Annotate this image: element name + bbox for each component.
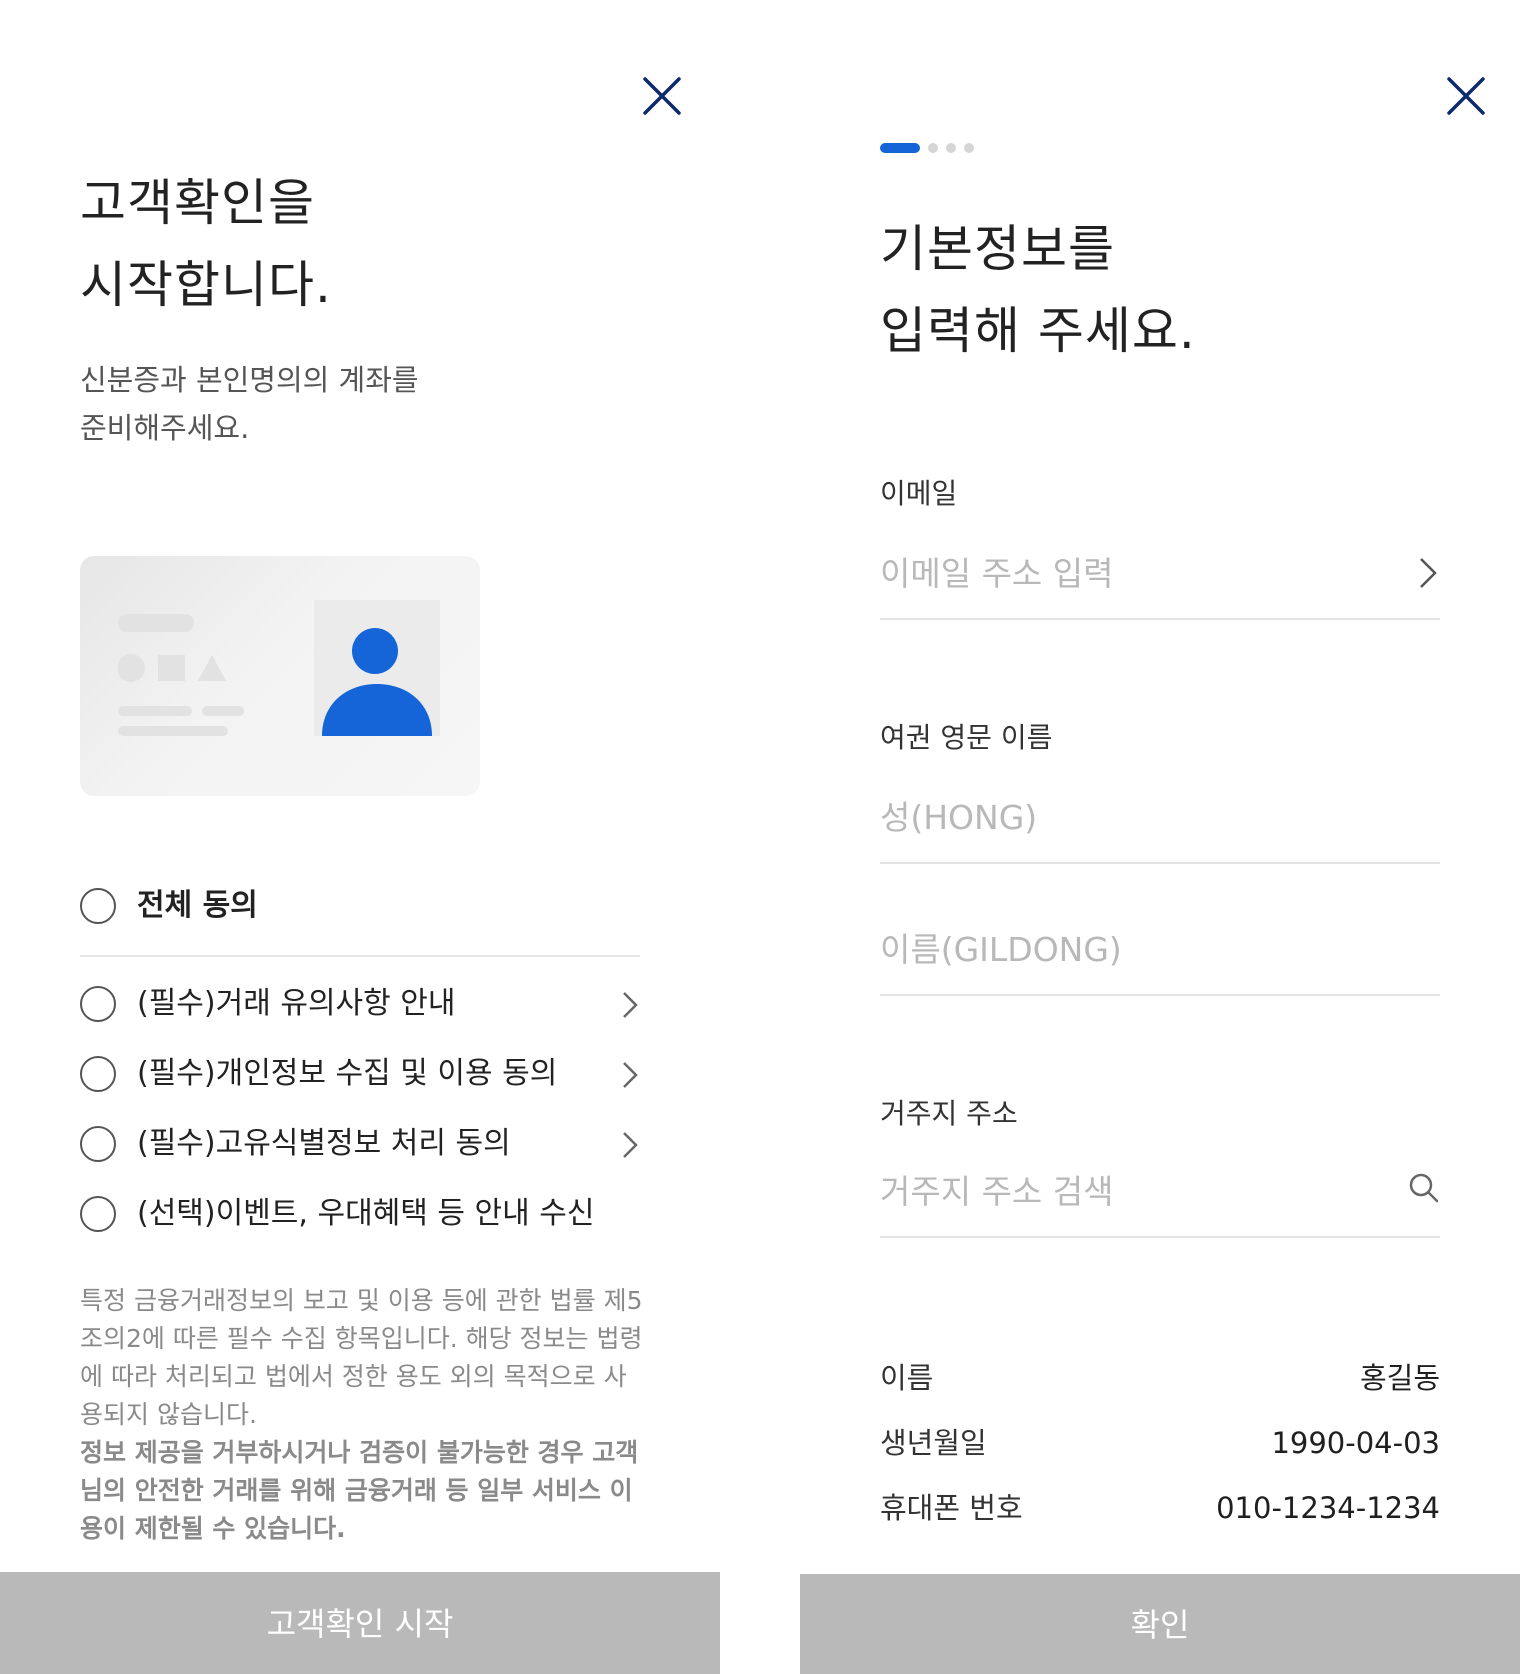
basic-info-screen: 기본정보를 입력해 주세요. 이메일 여권 영문 이름 거주지 주소 이름 홍길… (800, 0, 1520, 1674)
close-icon (1447, 77, 1485, 115)
email-label: 이메일 (880, 477, 958, 510)
subtitle-line: 준비해주세요. (80, 411, 250, 445)
page-subtitle: 신분증과 본인명의의 계좌를 준비해주세요. (80, 356, 419, 452)
notice-line: 특정 금융거래정보의 보고 및 이용 등에 관한 법률 제5 (80, 1286, 643, 1315)
notice-line: 조의2에 따른 필수 수집 항목입니다. 해당 정보는 법령 (80, 1324, 643, 1353)
first-name-input[interactable] (880, 914, 1360, 984)
info-label: 생년월일 (880, 1426, 987, 1460)
last-name-input[interactable] (880, 782, 1360, 852)
chevron-right-icon[interactable] (620, 1130, 640, 1160)
agreement-item[interactable]: (선택)이벤트, 우대혜택 등 안내 수신 (80, 1190, 640, 1240)
step-indicator-active (880, 143, 920, 153)
divider (80, 955, 640, 957)
info-row-phone: 휴대폰 번호 010-1234-1234 (880, 1486, 1440, 1530)
subtitle-line: 신분증과 본인명의의 계좌를 (80, 363, 419, 397)
info-value: 1990-04-03 (1271, 1426, 1440, 1460)
notice-warning-line: 용이 제한될 수 있습니다. (80, 1514, 346, 1543)
info-label: 이름 (880, 1361, 934, 1395)
passport-name-label: 여권 영문 이름 (880, 721, 1053, 754)
page-title-line: 기본정보를 (880, 220, 1115, 278)
customer-verification-start-screen: 고객확인을 시작합니다. 신분증과 본인명의의 계좌를 준비해주세요. 전체 동… (0, 0, 720, 1674)
email-field[interactable] (880, 538, 1440, 620)
agree-all-checkbox[interactable]: 전체 동의 (80, 882, 640, 932)
chevron-right-icon[interactable] (620, 1060, 640, 1090)
first-name-field[interactable] (880, 914, 1440, 996)
notice-line: 용되지 않습니다. (80, 1400, 257, 1429)
agreement-label: (필수)고유식별정보 처리 동의 (137, 1126, 511, 1161)
id-photo (314, 600, 440, 736)
info-row-birthdate: 생년월일 1990-04-03 (880, 1421, 1440, 1465)
page-title: 고객확인을 시작합니다. (80, 162, 332, 326)
notice-warning-line: 정보 제공을 거부하시거나 검증이 불가능한 경우 고객 (80, 1438, 639, 1467)
page-title: 기본정보를 입력해 주세요. (880, 208, 1196, 372)
start-verification-button[interactable]: 고객확인 시작 (0, 1572, 720, 1674)
notice-warning-line: 님의 안전한 거래를 위해 금융거래 등 일부 서비스 이 (80, 1476, 633, 1505)
step-indicator-dot (964, 143, 974, 153)
email-input[interactable] (880, 538, 1360, 608)
page-title-line: 시작합니다. (80, 256, 332, 314)
agreement-label: (필수)거래 유의사항 안내 (137, 986, 456, 1021)
confirm-button[interactable]: 확인 (800, 1574, 1520, 1674)
info-value: 010-1234-1234 (1216, 1491, 1440, 1525)
person-icon (322, 628, 432, 736)
checkbox-circle-icon (80, 1126, 116, 1162)
chevron-right-icon[interactable] (1416, 556, 1440, 590)
last-name-field[interactable] (880, 782, 1440, 864)
agreement-item[interactable]: (필수)고유식별정보 처리 동의 (80, 1120, 640, 1170)
checkbox-circle-icon (80, 888, 116, 924)
step-indicator-dot (928, 143, 938, 153)
agreement-item[interactable]: (필수)개인정보 수집 및 이용 동의 (80, 1050, 640, 1100)
info-row-name: 이름 홍길동 (880, 1356, 1440, 1400)
chevron-right-icon[interactable] (620, 990, 640, 1020)
agreement-item[interactable]: (필수)거래 유의사항 안내 (80, 980, 640, 1030)
close-icon (643, 77, 681, 115)
page-title-line: 입력해 주세요. (880, 302, 1196, 360)
address-search-input[interactable] (880, 1156, 1360, 1226)
address-field[interactable] (880, 1156, 1440, 1238)
address-label: 거주지 주소 (880, 1097, 1018, 1130)
page-title-line: 고객확인을 (80, 174, 315, 232)
checkbox-circle-icon (80, 986, 116, 1022)
search-icon[interactable] (1408, 1172, 1440, 1206)
agree-all-label: 전체 동의 (137, 888, 258, 923)
id-card-details-icon (118, 614, 244, 736)
id-card-illustration (80, 556, 480, 796)
notice-line: 에 따라 처리되고 법에서 정한 용도 외의 목적으로 사 (80, 1362, 627, 1391)
info-label: 휴대폰 번호 (880, 1491, 1023, 1525)
checkbox-circle-icon (80, 1196, 116, 1232)
step-indicator-dot (946, 143, 956, 153)
info-value: 홍길동 (1359, 1361, 1440, 1395)
checkbox-circle-icon (80, 1056, 116, 1092)
agreement-label: (필수)개인정보 수집 및 이용 동의 (137, 1056, 558, 1091)
agreement-label: (선택)이벤트, 우대혜택 등 안내 수신 (137, 1196, 595, 1231)
close-button[interactable] (1444, 74, 1488, 118)
close-button[interactable] (640, 74, 684, 118)
legal-notice: 특정 금융거래정보의 보고 및 이용 등에 관한 법률 제5 조의2에 따른 필… (80, 1282, 656, 1548)
